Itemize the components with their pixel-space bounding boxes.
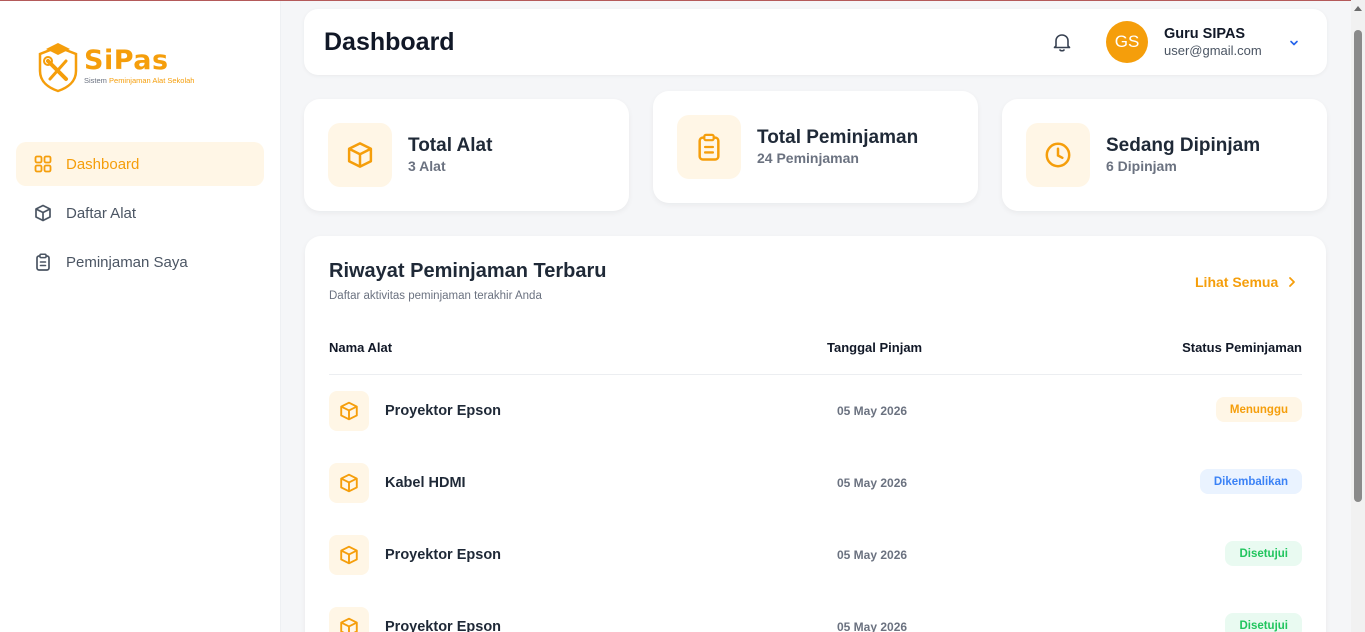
stat-value: 24 Peminjaman xyxy=(757,150,859,166)
table-row[interactable]: Proyektor Epson 05 May 2026 Menunggu xyxy=(329,391,1302,431)
table-row[interactable]: Proyektor Epson 05 May 2026 Disetujui xyxy=(329,607,1302,632)
box-icon xyxy=(329,535,369,575)
column-header-name: Nama Alat xyxy=(329,340,393,355)
user-email: user@gmail.com xyxy=(1164,43,1262,58)
scrollbar-thumb[interactable] xyxy=(1354,30,1362,502)
box-icon xyxy=(329,463,369,503)
stat-value: 6 Dipinjam xyxy=(1106,158,1177,174)
brand-tagline-prefix: Sistem xyxy=(84,76,110,85)
logo-emblem-icon xyxy=(38,43,78,93)
page-scrollbar[interactable] xyxy=(1351,0,1365,632)
status-badge: Dikembalikan xyxy=(1199,469,1302,494)
sidebar-item-peminjaman-saya[interactable]: Peminjaman Saya xyxy=(16,240,264,284)
box-icon xyxy=(329,607,369,632)
sidebar-item-label: Daftar Alat xyxy=(66,204,137,222)
table-row[interactable]: Proyektor Epson 05 May 2026 Disetujui xyxy=(329,535,1302,575)
clipboard-icon xyxy=(677,115,741,179)
top-header: Dashboard GS Guru SIPAS user@gmail.com xyxy=(304,9,1327,75)
sidebar-item-dashboard[interactable]: Dashboard xyxy=(16,142,264,186)
grid-icon xyxy=(34,155,52,173)
scroll-up-arrow-icon[interactable] xyxy=(1354,6,1362,11)
see-all-label: Lihat Semua xyxy=(1195,274,1279,290)
recent-loans-card: Riwayat Peminjaman Terbaru Daftar aktivi… xyxy=(305,236,1326,632)
column-header-status: Status Peminjaman xyxy=(1182,340,1302,355)
brand-name: SiPas xyxy=(84,45,169,76)
stat-title: Total Peminjaman xyxy=(757,127,919,148)
avatar[interactable]: GS xyxy=(1106,21,1148,63)
brand-tagline: Sistem Peminjaman Alat Sekolah xyxy=(84,76,194,85)
item-name: Kabel HDMI xyxy=(385,475,466,491)
sidebar: SiPas Sistem Peminjaman Alat Sekolah Das… xyxy=(0,1,281,632)
stat-title: Sedang Dipinjam xyxy=(1106,135,1261,156)
table-row[interactable]: Kabel HDMI 05 May 2026 Dikembalikan xyxy=(329,463,1302,503)
status-badge: Disetujui xyxy=(1225,613,1302,632)
stat-value: 3 Alat xyxy=(408,158,446,174)
stat-card-sedang-dipinjam: Sedang Dipinjam 6 Dipinjam xyxy=(1002,99,1327,211)
loan-date: 05 May 2026 xyxy=(837,548,908,562)
page-title: Dashboard xyxy=(324,28,455,56)
box-icon xyxy=(329,391,369,431)
divider xyxy=(329,374,1302,375)
bell-icon[interactable] xyxy=(1051,31,1073,53)
clipboard-icon xyxy=(34,253,52,271)
item-name: Proyektor Epson xyxy=(385,403,502,419)
status-badge: Disetujui xyxy=(1225,541,1302,566)
section-title: Riwayat Peminjaman Terbaru xyxy=(329,260,607,282)
sidebar-nav: Dashboard Daftar Alat Peminjaman Saya xyxy=(16,142,264,289)
chevron-down-icon[interactable] xyxy=(1284,33,1304,53)
status-badge: Menunggu xyxy=(1215,397,1302,422)
item-name: Proyektor Epson xyxy=(385,547,502,563)
box-icon xyxy=(34,204,52,222)
stat-card-total-peminjaman: Total Peminjaman 24 Peminjaman xyxy=(653,91,978,203)
brand-tagline-highlight: Peminjaman Alat Sekolah xyxy=(109,76,195,85)
chevron-right-icon xyxy=(1288,276,1296,288)
user-name: Guru SIPAS xyxy=(1164,26,1246,42)
sidebar-item-label: Peminjaman Saya xyxy=(66,253,188,271)
loan-date: 05 May 2026 xyxy=(837,404,908,418)
item-name: Proyektor Epson xyxy=(385,619,502,632)
loan-date: 05 May 2026 xyxy=(837,476,908,490)
sidebar-item-label: Dashboard xyxy=(66,155,140,173)
stat-title: Total Alat xyxy=(408,135,493,156)
section-subtitle: Daftar aktivitas peminjaman terakhir And… xyxy=(329,290,542,302)
loan-date: 05 May 2026 xyxy=(837,620,908,632)
brand-logo[interactable]: SiPas Sistem Peminjaman Alat Sekolah xyxy=(36,41,236,93)
column-header-date: Tanggal Pinjam xyxy=(827,340,923,355)
clock-icon xyxy=(1026,123,1090,187)
stat-card-total-alat: Total Alat 3 Alat xyxy=(304,99,629,211)
sidebar-item-daftar-alat[interactable]: Daftar Alat xyxy=(16,191,264,235)
see-all-link[interactable]: Lihat Semua xyxy=(1195,274,1296,290)
box-icon xyxy=(328,123,392,187)
